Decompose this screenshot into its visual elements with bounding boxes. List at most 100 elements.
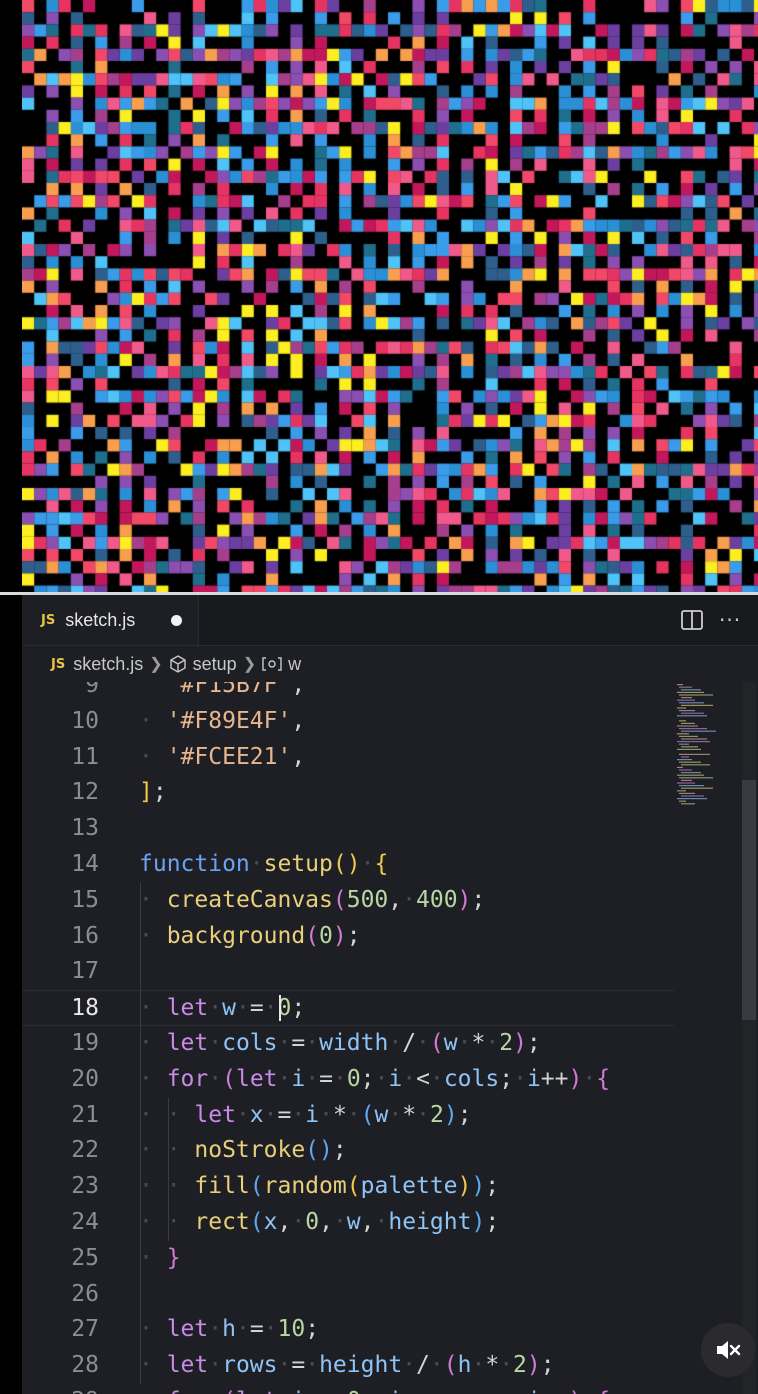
- code-token: *: [402, 1101, 417, 1128]
- unsaved-dot-icon[interactable]: [171, 615, 182, 626]
- code-line[interactable]: 12];: [22, 775, 674, 811]
- code-token: i: [388, 1065, 403, 1092]
- line-number: 29: [22, 1384, 99, 1394]
- code-token: ·: [139, 1065, 167, 1092]
- code-token: ·: [278, 1388, 292, 1394]
- code-token: ): [569, 1388, 583, 1394]
- code-line[interactable]: 10 · '#F89E4F',: [22, 704, 674, 740]
- code-line[interactable]: 23 · · fill(random(palette));: [22, 1169, 674, 1205]
- code-token: ·: [291, 1101, 306, 1128]
- code-line[interactable]: 25 · }: [22, 1241, 674, 1277]
- breadcrumb-symbol[interactable]: setup: [193, 654, 237, 675]
- code-line[interactable]: 27 · let·h·=·10;: [22, 1312, 674, 1348]
- breadcrumb-variable[interactable]: w: [288, 654, 301, 675]
- code-token: }: [166, 1244, 181, 1271]
- minimap-line: [681, 779, 692, 781]
- minimap-line: [679, 800, 686, 802]
- code-token: i: [526, 1065, 541, 1092]
- sketch-canvas-output: [22, 0, 758, 592]
- code-line[interactable]: 16 · background(0);: [22, 919, 674, 955]
- code-token: ·: [582, 1388, 596, 1394]
- code-token: ·: [235, 995, 250, 1022]
- line-code: · for·(let·i·=·0;·i·<·cols;·i++)·{: [139, 1062, 610, 1098]
- minimap-line: [681, 746, 698, 748]
- code-token: ·: [277, 1065, 292, 1092]
- code-line[interactable]: 20 · for·(let·i·=·0;·i·<·cols;·i++)·{: [22, 1062, 674, 1098]
- code-line[interactable]: 29· for·(let·i·=·0;·i·<·rows;·i++)·{: [22, 1384, 674, 1394]
- code-line[interactable]: 19 · let·cols·=·width·/·(w·*·2);: [22, 1026, 674, 1062]
- code-token: /: [402, 1030, 417, 1056]
- code-line[interactable]: 21 · · let·x·=·i·*·(w·*·2);: [22, 1098, 674, 1134]
- minimap-line: [679, 702, 704, 704]
- code-token: {: [596, 1388, 610, 1394]
- minimap-line: [681, 787, 713, 789]
- editor-tab-bar: JS sketch.js ···: [22, 595, 758, 646]
- indent-guide: [140, 882, 141, 1384]
- code-token: ·: [513, 1065, 527, 1092]
- line-number: 14: [71, 851, 99, 877]
- line-code: · '#FCEE21',: [139, 740, 305, 776]
- code-token: let: [236, 1388, 278, 1394]
- code-token: ++: [540, 1065, 569, 1092]
- code-token: =: [249, 1316, 264, 1343]
- code-token: 0: [346, 1065, 361, 1092]
- code-line[interactable]: 9 '#F15B7F',: [22, 682, 674, 704]
- minimap[interactable]: [677, 682, 727, 822]
- minimap-line: [679, 785, 704, 787]
- code-line[interactable]: 18 · let·w·=·0;: [22, 990, 674, 1026]
- line-number: 12: [71, 779, 99, 806]
- line-code: · · rect(x,·0,·w,·height);: [139, 1205, 499, 1241]
- code-token: noStroke: [194, 1137, 306, 1164]
- code-token: ,: [291, 682, 306, 698]
- more-actions-icon[interactable]: ···: [719, 608, 741, 632]
- code-area[interactable]: 9 '#F15B7F', 10 · '#F89E4F', 11 · '#FCEE21',…: [22, 682, 674, 1394]
- minimap-line: [679, 720, 686, 722]
- code-token: /: [416, 1352, 430, 1379]
- minimap-line: [681, 738, 707, 740]
- code-token: =: [249, 995, 264, 1022]
- code-line[interactable]: 13: [22, 811, 674, 847]
- code-token: ·: [305, 1065, 320, 1092]
- code-token: w: [374, 1101, 389, 1128]
- chevron-right-icon: ❯: [149, 656, 163, 673]
- tab-label: sketch.js: [65, 609, 136, 630]
- tab-sketch-js[interactable]: JS sketch.js: [22, 595, 199, 645]
- split-editor-icon[interactable]: [681, 610, 703, 630]
- scrollbar-thumb[interactable]: [742, 780, 756, 1020]
- code-line[interactable]: 14 function·setup()·{: [22, 847, 674, 883]
- code-line[interactable]: 22 · · noStroke();: [22, 1133, 674, 1169]
- mute-button[interactable]: [701, 1323, 755, 1377]
- code-token: ·: [457, 1030, 472, 1056]
- code-token: for: [167, 1388, 209, 1394]
- code-token: background: [166, 922, 306, 949]
- breadcrumb-file[interactable]: sketch.js: [73, 654, 143, 675]
- line-code: · createCanvas(500,·400);: [139, 883, 485, 919]
- minimap-line: [677, 798, 707, 800]
- code-token: ·: [402, 1065, 417, 1092]
- code-line[interactable]: 28 · let·rows·=·height·/·(h·*·2);: [22, 1348, 674, 1384]
- line-number: 21: [71, 1101, 99, 1128]
- line-number: 22: [71, 1137, 99, 1164]
- line-code: · let·rows·=·height·/·(h·*·2);: [139, 1348, 555, 1384]
- code-token: '#F15B7F': [166, 682, 292, 698]
- line-code: · background(0);: [139, 919, 361, 955]
- code-token: (): [305, 1137, 333, 1164]
- code-line[interactable]: 17: [22, 954, 674, 990]
- code-token: *: [332, 1101, 347, 1128]
- line-code: · for·(let·i·=·0;·i·<·rows;·i++)·{: [139, 1384, 610, 1394]
- minimap-line: [681, 704, 713, 706]
- line-code: function·setup()·{: [139, 847, 388, 883]
- code-token: ;: [332, 1137, 347, 1164]
- code-line[interactable]: 26: [22, 1277, 674, 1313]
- code-line[interactable]: 15 · createCanvas(500,·400);: [22, 883, 674, 919]
- code-token: rows: [222, 1352, 278, 1379]
- code-token: ·: [263, 1101, 278, 1128]
- line-number: 13: [71, 815, 99, 842]
- code-line[interactable]: 24 · · rect(x,·0,·w,·height);: [22, 1205, 674, 1241]
- code-line[interactable]: 11 · '#FCEE21',: [22, 740, 674, 776]
- code-token: 10: [277, 1316, 306, 1343]
- code-token: ·: [416, 1030, 430, 1056]
- minimap-line: [679, 792, 695, 794]
- code-token: ): [443, 1101, 458, 1128]
- code-token: ;: [152, 779, 167, 806]
